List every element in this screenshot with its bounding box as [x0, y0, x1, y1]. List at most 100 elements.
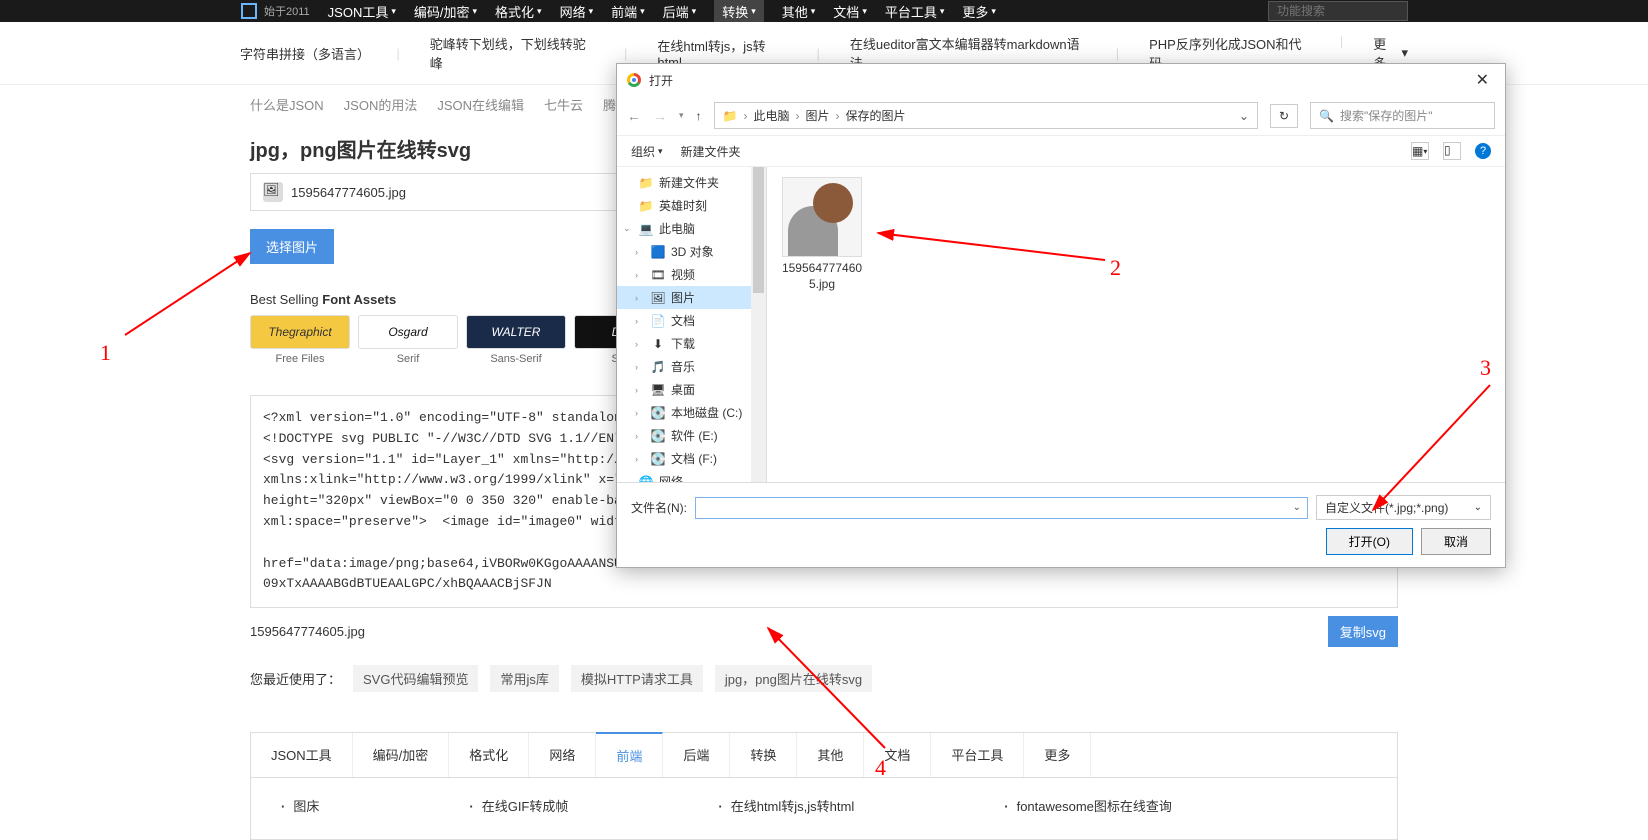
topnav-item[interactable]: 格式化 ▾ — [495, 0, 542, 22]
cancel-button[interactable]: 取消 — [1421, 528, 1491, 555]
page-tab[interactable]: 七牛云 — [544, 95, 583, 114]
bottom-tab[interactable]: 后端 — [663, 733, 730, 777]
open-button[interactable]: 打开(O) — [1326, 528, 1413, 555]
tree-node[interactable]: ›🟦3D 对象 — [617, 240, 766, 263]
bottom-tab[interactable]: 转换 — [730, 733, 797, 777]
tree-node[interactable]: ›💽软件 (E:) — [617, 424, 766, 447]
selected-filename: 1595647774605.jpg — [291, 185, 406, 200]
topnav-item[interactable]: 更多 ▾ — [962, 0, 996, 22]
recent-tag[interactable]: 模拟HTTP请求工具 — [571, 665, 703, 692]
tree-node[interactable]: ›🎞视频 — [617, 263, 766, 286]
subnav-item[interactable]: 字符串拼接（多语言） — [240, 44, 366, 63]
organize-button[interactable]: 组织 ▾ — [631, 143, 663, 160]
topnav-item[interactable]: 平台工具 ▾ — [885, 0, 945, 22]
tree-node[interactable]: ›🎵音乐 — [617, 355, 766, 378]
bottom-link[interactable]: 在线html转js,js转html — [718, 796, 854, 815]
topnav-item[interactable]: 后端 ▾ — [663, 0, 697, 22]
tree-node[interactable]: ›📄文档 — [617, 309, 766, 332]
file-open-dialog: 打开 ✕ ← → ▾ ↑ 📁 › 此电脑 › 图片 › 保存的图片 ⌄ ↻ 🔍 … — [616, 63, 1506, 568]
chevron-down-icon[interactable]: ⌄ — [1239, 109, 1249, 123]
file-thumbnail — [782, 177, 862, 257]
tree-node[interactable]: ›💽本地磁盘 (C:) — [617, 401, 766, 424]
help-icon[interactable]: ? — [1475, 143, 1491, 159]
tree-node[interactable]: ⌄💻此电脑 — [617, 217, 766, 240]
topnav-item[interactable]: 网络 ▾ — [560, 0, 594, 22]
forward-icon[interactable]: → — [653, 108, 667, 124]
recent-tag[interactable]: 常用js库 — [490, 665, 558, 692]
tree-node[interactable]: ›⬇下载 — [617, 332, 766, 355]
dialog-toolbar: 组织 ▾ 新建文件夹 ▦▾ ▯ ? — [617, 136, 1505, 167]
file-filter[interactable]: 自定义文件(*.jpg;*.png) ⌄ — [1316, 495, 1491, 520]
bottom-tab[interactable]: 前端 — [596, 732, 663, 777]
logo[interactable]: 始于2011 — [240, 2, 310, 20]
refresh-icon[interactable]: ↻ — [1270, 104, 1298, 128]
tree-node[interactable]: ›🖼图片 — [617, 286, 766, 309]
bottom-tab[interactable]: 平台工具 — [931, 733, 1024, 777]
font-card[interactable]: ThegraphictFree Files — [250, 315, 350, 365]
caret-down-icon[interactable]: ▾ — [679, 110, 684, 121]
bottom-link[interactable]: 在线GIF转成帧 — [469, 796, 568, 815]
search-input[interactable] — [1268, 1, 1408, 21]
recent-tag[interactable]: jpg，png图片在线转svg — [715, 665, 872, 692]
preview-icon[interactable]: ▯ — [1443, 142, 1461, 160]
bottom-tab[interactable]: JSON工具 — [251, 733, 353, 777]
page-tab[interactable]: 什么是JSON — [250, 95, 324, 114]
bottom-tab[interactable]: 其他 — [797, 733, 864, 777]
tree-node[interactable]: ›🖥桌面 — [617, 378, 766, 401]
topnav-item[interactable]: 文档 ▾ — [833, 0, 867, 22]
filename-input-wrap: ⌄ — [695, 497, 1308, 519]
file-item[interactable]: 1595647774605.jpg — [777, 177, 867, 292]
close-icon[interactable]: ✕ — [1470, 70, 1495, 90]
page-tab[interactable]: JSON的用法 — [344, 95, 418, 114]
topnav-item[interactable]: 转换 ▾ — [714, 0, 764, 22]
up-icon[interactable]: ↑ — [696, 109, 702, 123]
bottom-link[interactable]: fontawesome图标在线查询 — [1004, 796, 1172, 815]
search-box — [1268, 1, 1408, 21]
search-icon: 🔍 — [1319, 109, 1334, 123]
tree-node[interactable]: 📁新建文件夹 — [617, 171, 766, 194]
bottom-tab[interactable]: 文档 — [864, 733, 931, 777]
image-icon: 🖼 — [263, 182, 283, 202]
select-image-button[interactable]: 选择图片 — [250, 229, 334, 264]
dialog-search[interactable]: 🔍 搜索"保存的图片" — [1310, 102, 1495, 129]
bottom-links: 图床 在线GIF转成帧 在线html转js,js转html fontawesome图标… — [250, 778, 1398, 840]
bottom-tab[interactable]: 更多 — [1024, 733, 1091, 777]
bottom-link[interactable]: 图床 — [281, 796, 319, 815]
tree-node[interactable]: ›💽文档 (F:) — [617, 447, 766, 470]
topnav-item[interactable]: JSON工具 ▾ — [328, 0, 396, 22]
recent-label: 您最近使用了： — [250, 669, 341, 688]
bottom-tab[interactable]: 格式化 — [449, 733, 529, 777]
font-card[interactable]: OsgardSerif — [358, 315, 458, 365]
tree-node[interactable]: 🌐网络 — [617, 470, 766, 482]
dialog-title: 打开 — [649, 72, 673, 89]
dialog-body: 📁新建文件夹📁英雄时刻⌄💻此电脑›🟦3D 对象›🎞视频›🖼图片›📄文档›⬇下载›… — [617, 167, 1505, 482]
dialog-footer: 文件名(N): ⌄ 自定义文件(*.jpg;*.png) ⌄ 打开(O) 取消 — [617, 482, 1505, 567]
chevron-down-icon[interactable]: ⌄ — [1293, 502, 1301, 513]
new-folder-button[interactable]: 新建文件夹 — [681, 143, 741, 160]
copy-svg-button[interactable]: 复制svg — [1328, 616, 1398, 647]
view-icon[interactable]: ▦▾ — [1411, 142, 1429, 160]
filename-input[interactable] — [702, 501, 1293, 515]
bottom-tab[interactable]: 网络 — [529, 733, 596, 777]
folder-tree: 📁新建文件夹📁英雄时刻⌄💻此电脑›🟦3D 对象›🎞视频›🖼图片›📄文档›⬇下载›… — [617, 167, 767, 482]
folder-icon: 📁 — [723, 109, 738, 123]
chevron-down-icon: ⌄ — [1474, 502, 1482, 513]
topnav-item[interactable]: 编码/加密 ▾ — [414, 0, 477, 22]
page-tab[interactable]: JSON在线编辑 — [437, 95, 524, 114]
recent-tag[interactable]: SVG代码编辑预览 — [353, 665, 478, 692]
file-list: 1595647774605.jpg — [767, 167, 1505, 482]
breadcrumb-path[interactable]: 📁 › 此电脑 › 图片 › 保存的图片 ⌄ — [714, 102, 1258, 129]
tree-scrollbar[interactable] — [751, 167, 766, 482]
dialog-nav: ← → ▾ ↑ 📁 › 此电脑 › 图片 › 保存的图片 ⌄ ↻ 🔍 搜索"保存… — [617, 96, 1505, 136]
bottom-tabs: JSON工具编码/加密格式化网络前端后端转换其他文档平台工具更多 — [250, 732, 1398, 778]
back-icon[interactable]: ← — [627, 108, 641, 124]
file-name: 1595647774605.jpg — [777, 261, 867, 292]
logo-subtitle: 始于2011 — [264, 3, 310, 19]
bottom-tab[interactable]: 编码/加密 — [353, 733, 450, 777]
topnav-item[interactable]: 其他 ▾ — [782, 0, 816, 22]
subnav-item[interactable]: 驼峰转下划线，下划线转驼峰 — [430, 34, 594, 72]
chrome-icon — [627, 73, 641, 87]
topnav-item[interactable]: 前端 ▾ — [611, 0, 645, 22]
font-card[interactable]: WALTERSans-Serif — [466, 315, 566, 365]
tree-node[interactable]: 📁英雄时刻 — [617, 194, 766, 217]
